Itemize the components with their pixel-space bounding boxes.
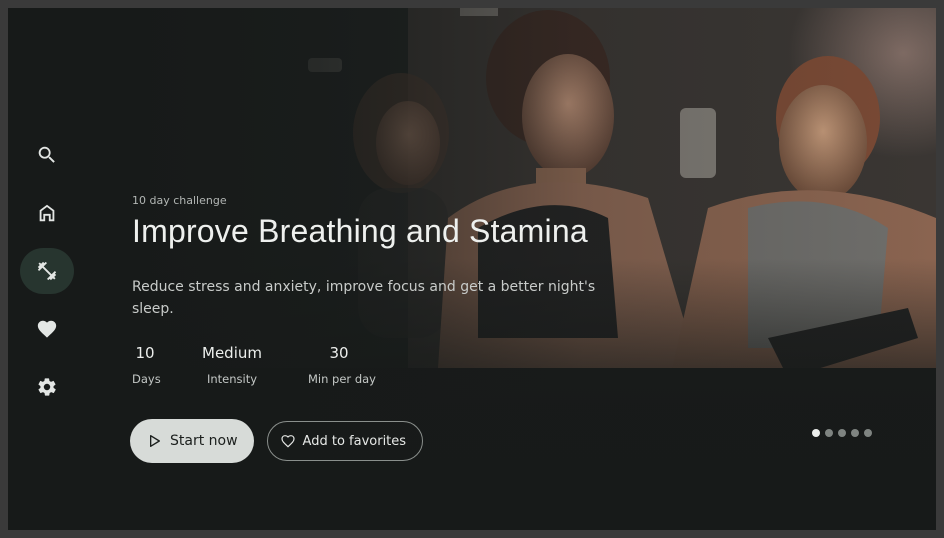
stat-days-value: 10: [135, 344, 155, 362]
stat-days-label: Days: [132, 372, 161, 386]
carousel-dot[interactable]: [812, 429, 820, 437]
carousel-dot[interactable]: [864, 429, 872, 437]
carousel-pagination: [812, 429, 872, 437]
challenge-eyebrow: 10 day challenge: [132, 194, 227, 207]
nav-workouts[interactable]: [20, 248, 74, 294]
stat-minutes-value: 30: [329, 344, 349, 362]
challenge-description: Reduce stress and anxiety, improve focus…: [132, 279, 596, 317]
stat-intensity-value: Medium: [202, 344, 262, 362]
dumbbell-icon: [37, 261, 57, 281]
play-icon: [150, 435, 160, 447]
nav-settings[interactable]: [20, 364, 74, 410]
add-to-favorites-label: Add to favorites: [302, 433, 407, 449]
challenge-stats: 10 Days Medium Intensity 30 Min per day: [132, 344, 612, 394]
side-navigation: [20, 132, 74, 422]
stat-minutes-label: Min per day: [308, 372, 376, 386]
start-now-label: Start now: [170, 433, 238, 449]
challenge-title: Improve Breathing and Stamina: [132, 213, 588, 249]
nav-home[interactable]: [20, 190, 74, 236]
carousel-dot[interactable]: [851, 429, 859, 437]
heart-outline-icon: [280, 435, 295, 448]
carousel-dot[interactable]: [825, 429, 833, 437]
stat-minutes: 30 Min per day: [308, 344, 376, 386]
stat-intensity: Medium Intensity: [202, 344, 262, 386]
start-now-button[interactable]: Start now: [130, 419, 254, 463]
add-to-favorites-button[interactable]: Add to favorites: [266, 421, 424, 461]
hero-content: 10 day challenge Improve Breathing and S…: [130, 194, 612, 463]
gear-icon: [38, 378, 56, 396]
carousel-dot[interactable]: [838, 429, 846, 437]
app-frame: 10 day challenge Improve Breathing and S…: [8, 8, 936, 530]
search-icon: [38, 146, 55, 163]
stat-days: 10 Days: [132, 344, 161, 386]
nav-favorites[interactable]: [20, 306, 74, 352]
heart-icon: [37, 320, 57, 338]
stat-intensity-label: Intensity: [206, 372, 258, 386]
nav-search[interactable]: [20, 132, 74, 178]
hero-actions: Start now Add to favorites: [130, 419, 424, 463]
home-icon: [39, 204, 55, 222]
